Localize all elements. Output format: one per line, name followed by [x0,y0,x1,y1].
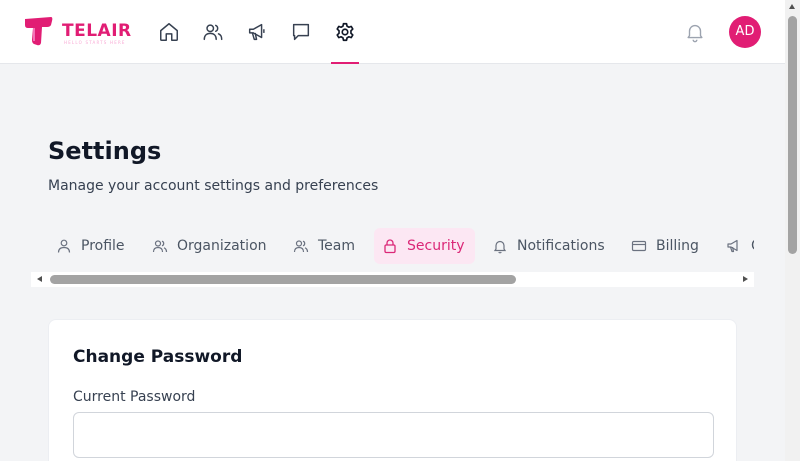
brand-name: TELAIR [62,21,132,41]
users-icon[interactable] [202,21,224,43]
tabs-scrollbar-thumb[interactable] [50,275,516,284]
current-password-input[interactable] [73,412,714,458]
home-icon[interactable] [158,21,180,43]
lock-icon [384,239,396,254]
telair-logo[interactable]: TELAIR HELLO STARTS HERE [22,15,134,49]
user-icon [57,239,71,253]
megaphone-icon[interactable] [246,21,268,43]
tab-label: Organization [177,238,267,254]
tab-label: Security [407,238,465,254]
credit-card-icon [631,240,647,252]
tab-organization[interactable]: Organization [152,228,267,264]
page-subtitle: Manage your account settings and prefere… [48,178,379,194]
settings-tabs: Profile Organization Team Security Notif… [48,228,754,264]
chat-icon[interactable] [290,21,312,43]
tab-label: Notifications [517,238,605,254]
tab-team[interactable]: Team [293,228,355,264]
tab-profile[interactable]: Profile [56,228,125,264]
scroll-up-arrow-icon[interactable] [789,4,795,9]
gear-icon[interactable] [334,21,356,43]
top-navigation-bar: TELAIR HELLO STARTS HERE AD [0,0,785,64]
megaphone-icon [727,239,738,253]
tabs-horizontal-scrollbar[interactable] [31,272,754,287]
tab-billing[interactable]: Billing [631,228,699,264]
tab-label: Profile [81,238,125,254]
tab-label: Billing [656,238,699,254]
scroll-right-arrow-icon[interactable] [743,276,748,282]
page-scrollbar-thumb[interactable] [788,16,797,254]
page-title: Settings [48,137,162,165]
tab-security[interactable]: Security [374,228,475,264]
scroll-left-arrow-icon[interactable] [37,276,42,282]
users-icon [293,240,309,253]
bell-icon [493,240,507,254]
current-password-label: Current Password [73,389,196,405]
bell-icon[interactable] [684,21,706,43]
user-avatar[interactable]: AD [729,16,761,48]
tab-notifications[interactable]: Notifications [492,228,605,264]
brand-tagline: HELLO STARTS HERE [64,40,126,45]
active-nav-indicator [331,62,359,64]
card-title: Change Password [73,347,243,367]
tab-label: C [751,238,754,254]
logo-mark-icon [25,17,53,46]
page-scrollbar[interactable] [785,0,800,461]
users-icon [152,240,168,253]
change-password-card: Change Password Current Password [48,319,737,461]
tab-label: Team [318,238,356,254]
tab-campaigns[interactable]: C [726,228,754,264]
